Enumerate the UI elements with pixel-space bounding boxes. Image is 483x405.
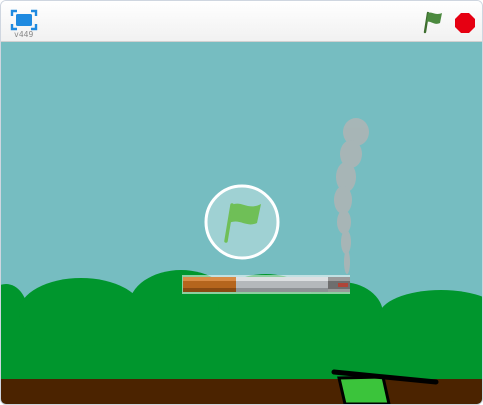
green-flag-button[interactable] — [421, 10, 445, 34]
green-flag-icon — [423, 11, 442, 34]
version-label: v449 — [14, 30, 34, 39]
fullscreen-button[interactable] — [10, 9, 38, 31]
stop-sign-icon — [455, 13, 475, 33]
green-flag-icon — [204, 184, 280, 260]
player-controls-bar: v449 — [1, 1, 482, 42]
ground-backdrop — [1, 379, 482, 404]
cigarette-sprite — [182, 275, 350, 294]
project-player: v449 — [0, 0, 483, 405]
start-overlay-button[interactable] — [204, 184, 280, 260]
fullscreen-icon — [10, 9, 38, 31]
stop-button[interactable] — [454, 12, 476, 34]
stage[interactable] — [1, 42, 482, 404]
